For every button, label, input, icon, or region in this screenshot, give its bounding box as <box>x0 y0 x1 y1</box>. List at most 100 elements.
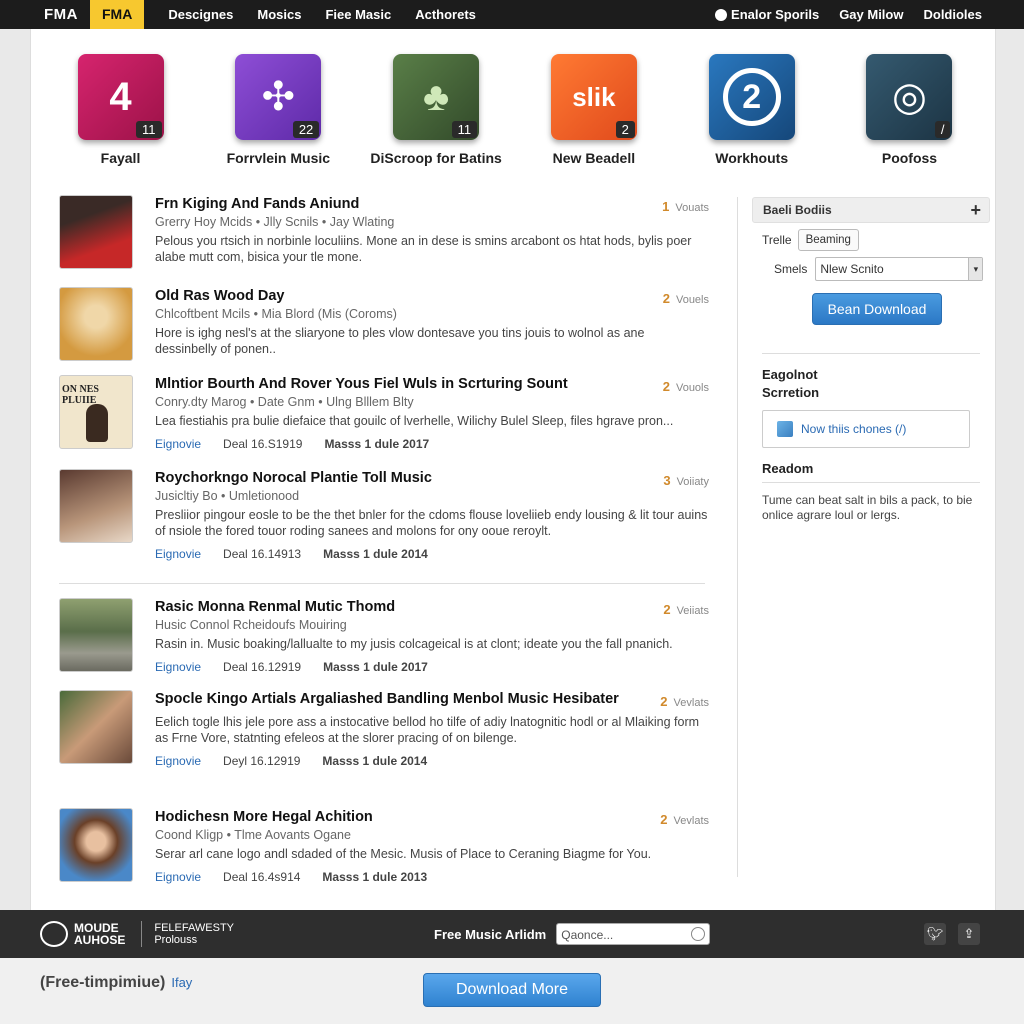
category-tile[interactable]: ✣ 22 Forrvlein Music <box>201 54 356 166</box>
download-button[interactable]: Bean Download <box>812 293 942 325</box>
category-tile[interactable]: 2 Workhouts <box>674 54 829 166</box>
item-date: Deal 16.12919 <box>223 660 302 674</box>
item-description: Presliior pingour eosle to be the thet b… <box>155 508 708 538</box>
sub-line: FELEFAWESTY <box>154 922 235 934</box>
nav-link-mosics[interactable]: Mosics <box>245 0 313 29</box>
nav-link-descignes[interactable]: Descignes <box>156 0 245 29</box>
item-thumbnail[interactable]: ON NES PLUIIE <box>59 375 133 449</box>
footer-logo[interactable]: MOUDE AUHOSE FELEFAWESTY Prolouss <box>40 921 234 947</box>
music-feed: Frn Kiging And Fands Aniund Grerry Hoy M… <box>59 195 709 898</box>
vote-number: 2 <box>662 291 670 306</box>
category-label: Workhouts <box>715 150 789 166</box>
item-description: Pelous you rtsich in norbinle loculiins.… <box>155 234 692 264</box>
vote-count: 2 Veiiats <box>663 602 709 617</box>
item-description: Rasin in. Music boaking/lallualte to my … <box>155 637 673 651</box>
item-thumbnail[interactable] <box>59 469 133 543</box>
item-meta: Coond Kligp • Tlme Aovants Ogane <box>155 828 351 842</box>
nav-link-enalor-sporils[interactable]: Enalor Sporils <box>705 0 829 29</box>
twitter-icon[interactable]: 🐦︎ <box>924 923 946 945</box>
footer-bar: MOUDE AUHOSE FELEFAWESTY Prolouss Free M… <box>0 910 1024 958</box>
item-thumbnail[interactable] <box>59 808 133 882</box>
item-title[interactable]: Hodichesn More Hegal Achition <box>155 808 709 826</box>
item-title[interactable]: Old Ras Wood Day <box>155 287 709 305</box>
vote-number: 2 <box>662 379 670 394</box>
list-item[interactable]: Hodichesn More Hegal Achition Coond Klig… <box>59 808 709 898</box>
list-item[interactable]: Spocle Kingo Artials Argaliashed Bandlin… <box>59 690 709 808</box>
item-title[interactable]: Mlntior Bourth And Rover Yous Fiel Wuls … <box>155 375 709 393</box>
category-tile[interactable]: ♣ 11 DiScroop for Batins <box>359 54 514 166</box>
item-description: Lea fiestiahis pra bulie diefaice that g… <box>155 414 674 428</box>
list-item[interactable]: Roychorkngo Norocal Plantie Toll Music J… <box>59 469 709 577</box>
item-thumbnail[interactable] <box>59 690 133 764</box>
item-thumbnail[interactable] <box>59 598 133 672</box>
bottom-text-main: (Free-timpimiue) <box>40 974 166 991</box>
site-logo[interactable]: FMA <box>0 0 90 29</box>
share-icon[interactable]: ⇪ <box>958 923 980 945</box>
item-link[interactable]: Eignovie <box>155 870 201 884</box>
list-item[interactable]: Rasic Monna Renmal Mutic Thomd Husic Con… <box>59 598 709 690</box>
filter-row-smels: Smels Nlew Scnito ▾ <box>774 257 993 281</box>
item-year: Masss 1 dule 2014 <box>322 754 428 768</box>
nav-link-doldioles[interactable]: Doldioles <box>913 0 992 29</box>
divider <box>59 583 705 584</box>
figure-shape <box>86 404 108 442</box>
filter-select[interactable]: Nlew Scnito ▾ <box>815 257 984 281</box>
vote-count: 2 Vouols <box>663 379 709 394</box>
nav-link-label: Enalor Sporils <box>731 7 820 22</box>
nav-right: Enalor Sporils Gay Milow Doldioles <box>705 0 1024 29</box>
item-thumbnail[interactable] <box>59 287 133 361</box>
main-content: 4 11 Fayall ✣ 22 Forrvlein Music ♣ 11 Di… <box>30 29 996 910</box>
category-tile[interactable]: slik 2 New Beadell <box>516 54 671 166</box>
item-date: Deal 16.14913 <box>223 547 302 561</box>
vote-number: 2 <box>660 812 668 827</box>
nav-link-free-music[interactable]: Fiee Masic <box>313 0 403 29</box>
category-tile[interactable]: ◎ / Poofoss <box>832 54 987 166</box>
divider <box>762 353 980 354</box>
list-item[interactable]: Frn Kiging And Fands Aniund Grerry Hoy M… <box>59 195 709 287</box>
footer-search-input[interactable]: Qaonce... <box>556 923 711 945</box>
list-item[interactable]: Old Ras Wood Day Chlcoftbent Mcils • Mia… <box>59 287 709 375</box>
count-badge: 22 <box>292 121 320 138</box>
list-item[interactable]: ON NES PLUIIE Mlntior Bourth And Rover Y… <box>59 375 709 469</box>
count-badge: 2 <box>615 121 635 138</box>
bottom-strip: (Free-timpimiue) Ifay Download More <box>0 958 1024 1024</box>
item-link[interactable]: Eignovie <box>155 437 201 451</box>
filter-label: Trelle <box>762 233 792 247</box>
item-title[interactable]: Frn Kiging And Fands Aniund <box>155 195 709 213</box>
site-logo-box[interactable]: FMA <box>90 0 145 29</box>
item-link[interactable]: Eignovie <box>155 660 201 674</box>
item-link[interactable]: Eignovie <box>155 754 201 768</box>
nav-link-gay-milow[interactable]: Gay Milow <box>829 0 913 29</box>
item-footer: Eignovie Deyl 16.12919 Masss 1 dule 2014 <box>155 754 709 768</box>
plus-icon[interactable]: + <box>970 198 981 222</box>
section-title: Eagolnot Scrretion <box>762 366 993 402</box>
logo-line: AUHOSE <box>74 933 126 947</box>
item-date: Deal 16.4s914 <box>223 870 301 884</box>
bottom-text-link[interactable]: Ifay <box>171 975 192 990</box>
section-text: Tume can beat salt in bils a pack, to bi… <box>762 493 973 522</box>
item-title[interactable]: Rasic Monna Renmal Mutic Thomd <box>155 598 709 616</box>
item-title[interactable]: Spocle Kingo Artials Argaliashed Bandlin… <box>155 690 709 708</box>
item-date: Deyl 16.12919 <box>223 754 301 768</box>
item-title[interactable]: Roychorkngo Norocal Plantie Toll Music <box>155 469 709 487</box>
search-icon[interactable] <box>691 927 706 941</box>
item-meta: Chlcoftbent Mcils • Mia Blord (Mis (Coro… <box>155 307 397 321</box>
sidebar-header[interactable]: Baeli Bodiis + <box>752 197 990 223</box>
sidebar: Baeli Bodiis + Trelle Beaming Smels Nlew… <box>737 197 993 877</box>
social-links: 🐦︎ ⇪ <box>924 923 980 945</box>
item-description: Eelich togle lhis jele pore ass a instoc… <box>155 715 700 745</box>
item-thumbnail[interactable] <box>59 195 133 269</box>
item-link[interactable]: Eignovie <box>155 547 201 561</box>
download-more-button[interactable]: Download More <box>423 973 601 1007</box>
count-badge: 11 <box>451 121 478 138</box>
category-glyph: ♣ <box>422 74 450 119</box>
filter-tag[interactable]: Beaming <box>797 229 859 251</box>
separator <box>141 921 143 947</box>
category-label: Fayall <box>100 150 141 166</box>
item-description: Serar arl cane logo andl sdaded of the M… <box>155 847 652 861</box>
item-footer: Eignovie Deal 16.S1919 Masss 1 dule 2017 <box>155 437 709 451</box>
nav-link-acthorets[interactable]: Acthorets <box>403 0 488 29</box>
category-tile[interactable]: 4 11 Fayall <box>43 54 198 166</box>
section-link[interactable]: Now thiis chones (/) <box>801 422 906 436</box>
section-link-box[interactable]: Now thiis chones (/) <box>762 410 970 448</box>
